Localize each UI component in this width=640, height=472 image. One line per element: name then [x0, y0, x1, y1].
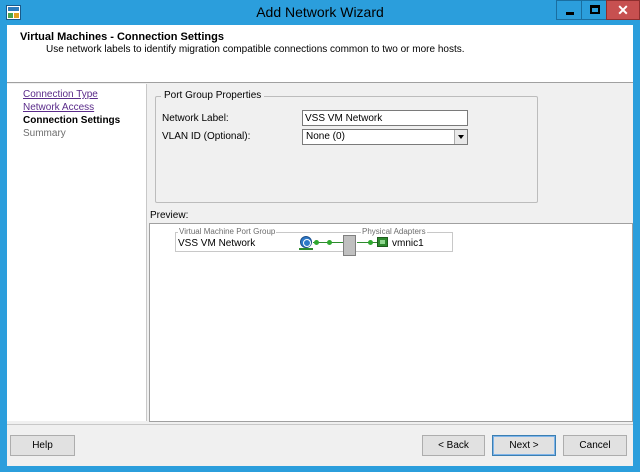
- physical-nic-icon: [377, 237, 388, 247]
- network-label-caption: Network Label:: [162, 113, 229, 124]
- port-group-name: VSS VM Network: [178, 238, 256, 249]
- connection-node: [314, 240, 319, 245]
- vm-network-icon-base: [299, 248, 313, 250]
- connection-node: [368, 240, 373, 245]
- step-connection-settings: Connection Settings: [23, 115, 121, 126]
- step-summary: Summary: [23, 128, 66, 139]
- help-button[interactable]: Help: [10, 435, 75, 456]
- vm-network-icon: [300, 236, 312, 248]
- maximize-icon: [590, 5, 600, 14]
- step-connection-type[interactable]: Connection Type: [23, 89, 98, 100]
- adapter-name: vmnic1: [392, 238, 424, 249]
- preview-panel: Virtual Machine Port Group Physical Adap…: [149, 223, 633, 422]
- minimize-button[interactable]: [556, 0, 582, 20]
- physical-adapters-header: Physical Adapters: [361, 227, 427, 236]
- step-network-access[interactable]: Network Access: [23, 102, 94, 113]
- wizard-steps-panel: Connection Type Network Access Connectio…: [7, 84, 147, 421]
- vlan-id-select[interactable]: None (0): [302, 129, 468, 145]
- connection-node: [327, 240, 332, 245]
- network-label-input[interactable]: [302, 110, 468, 126]
- close-icon: ✕: [617, 2, 629, 18]
- port-group-properties-legend: Port Group Properties: [161, 90, 265, 101]
- minimize-icon: [566, 12, 574, 15]
- page-title: Virtual Machines - Connection Settings: [20, 31, 224, 43]
- virtual-switch-diagram: Virtual Machine Port Group Physical Adap…: [175, 227, 453, 256]
- wizard-client-area: Virtual Machines - Connection Settings U…: [7, 25, 633, 466]
- preview-label: Preview:: [150, 210, 189, 221]
- next-button[interactable]: Next >: [492, 435, 556, 456]
- virtual-switch-block: [343, 235, 356, 256]
- page-subtitle: Use network labels to identify migration…: [46, 44, 465, 55]
- wizard-header: Virtual Machines - Connection Settings U…: [7, 25, 633, 83]
- close-button[interactable]: ✕: [606, 0, 640, 20]
- maximize-button[interactable]: [581, 0, 607, 20]
- vlan-id-caption: VLAN ID (Optional):: [162, 131, 251, 142]
- footer-divider: [7, 424, 633, 425]
- window-title: Add Network Wizard: [256, 4, 384, 20]
- title-bar[interactable]: Add Network Wizard ✕: [0, 0, 640, 25]
- chevron-down-icon[interactable]: [454, 130, 467, 144]
- port-group-header: Virtual Machine Port Group: [178, 227, 277, 236]
- back-button[interactable]: < Back: [422, 435, 485, 456]
- adapter-connection-line: [357, 242, 377, 243]
- vlan-id-value: None (0): [306, 131, 345, 142]
- add-network-wizard-window: Add Network Wizard ✕ Virtual Machines - …: [0, 0, 640, 472]
- cancel-button[interactable]: Cancel: [563, 435, 627, 456]
